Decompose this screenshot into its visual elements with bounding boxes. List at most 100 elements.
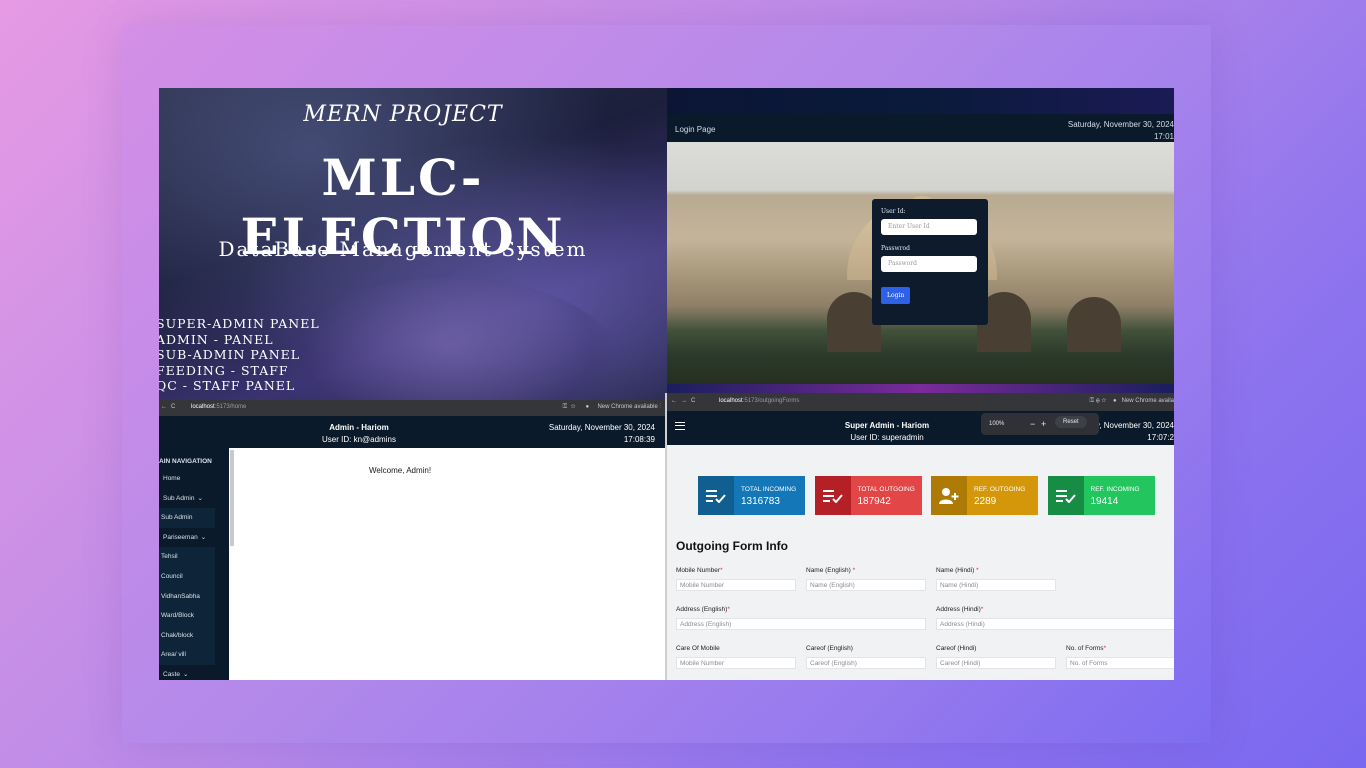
sidebar-item[interactable]: Caste ⌄ — [159, 665, 229, 680]
browser-nav-buttons[interactable]: ←C — [161, 404, 179, 410]
sidebar-item[interactable]: Pariseeman ⌄ — [159, 528, 229, 548]
care-of-mobile-input[interactable]: Mobile Number — [676, 657, 796, 669]
password-label: Passwrod — [881, 245, 910, 252]
stat-card: TOTAL INCOMING 1316783 — [698, 476, 805, 515]
admin-main-content: Welcome, Admin! — [235, 448, 665, 680]
poster-subtitle: MERN PROJECT — [303, 102, 503, 127]
mobile-input[interactable]: Mobile Number — [676, 579, 796, 591]
admin-date: Saturday, November 30, 2024 — [548, 423, 655, 432]
forms-count-field: No. of Forms* No. of Forms — [1066, 645, 1174, 669]
superadmin-user-info: Super Admin - Hariom User ID: superadmin — [827, 420, 947, 444]
sidebar-item-label: Ward/Block — [161, 612, 194, 620]
stat-label: TOTAL OUTGOING — [857, 486, 915, 493]
admin-time: 17:08:39 — [623, 435, 655, 444]
careof-hindi-field: Careof (Hindi) Careof (Hindi) — [936, 645, 1056, 669]
screenshot-collage: MERN PROJECT MLC-ELECTION DataBase Manag… — [159, 88, 1174, 680]
sidebar-item-label: Chak/block — [161, 631, 194, 639]
checklist-icon — [814, 476, 851, 515]
login-button[interactable]: Login — [881, 287, 911, 304]
sidebar-item[interactable]: Tehsil — [159, 547, 215, 567]
browser-nav-buttons[interactable]: ←→C — [671, 398, 699, 404]
browser-update-notice[interactable]: ⚿ ☆ ● New Chrome available ⋮ — [563, 404, 661, 411]
zoom-out-button[interactable]: − — [1030, 419, 1035, 429]
admin-name: Admin - Hariom — [329, 423, 389, 432]
admin-home-screen: ←C localhost:5173/home ⚿ ☆ ● New Chrome … — [159, 400, 665, 680]
panel-item: SUPER-ADMIN PANEL — [159, 316, 320, 331]
login-bottom-strip — [667, 384, 1174, 393]
profile-icon: ● — [585, 404, 590, 410]
panel-item: FEEDING - STAFF — [159, 362, 289, 378]
sidebar-item-label: Tehsil — [161, 553, 178, 561]
panel-list: SUPER-ADMIN PANEL ADMIN - PANEL SUB-ADMI… — [159, 316, 320, 394]
zoom-in-button[interactable]: + — [1041, 419, 1046, 429]
checklist-icon — [1047, 476, 1084, 515]
login-app-bar: Login Page Saturday, November 30, 2024 1… — [667, 114, 1174, 142]
stat-label: REF. INCOMING — [1090, 486, 1140, 493]
sidebar-item[interactable]: Sub Admin — [159, 508, 215, 528]
admin-sidebar: AIN NAVIGATION Home Sub Admin ⌄ Sub Admin Pa… — [159, 448, 229, 680]
browser-update-notice[interactable]: ⚿ ⊕ ☆ ● New Chrome availa — [1090, 398, 1174, 405]
sidebar-item[interactable]: Area/ vill — [159, 645, 215, 665]
sidebar-item[interactable]: Home — [159, 469, 229, 489]
sidebar-item[interactable]: Council — [159, 566, 215, 587]
checklist-icon — [698, 476, 734, 515]
sidebar-item-label: VidhanSabha — [161, 592, 200, 600]
sidebar-item[interactable]: Sub Admin ⌄ — [159, 489, 229, 509]
admin-user-id: User ID: kn@admins — [322, 435, 396, 444]
zoom-level: 100% — [989, 421, 1005, 427]
password-input[interactable]: Password — [881, 256, 977, 272]
name-english-field: Name (English) * Name (English) — [806, 567, 926, 591]
address-hindi-input[interactable]: Address (Hindi) — [936, 618, 1174, 630]
login-datetime: Saturday, November 30, 2024 17:01 — [1068, 119, 1174, 143]
panel-item: ADMIN - PANEL — [159, 331, 274, 347]
building-arch — [1067, 297, 1121, 352]
name-hindi-input[interactable]: Name (Hindi) — [936, 579, 1056, 591]
sidebar-item[interactable]: VidhanSabha — [159, 586, 215, 607]
forms-count-input[interactable]: No. of Forms — [1066, 657, 1174, 669]
key-icon: ⚿ — [1089, 398, 1095, 404]
browser-toolbar: ←C localhost:5173/home ⚿ ☆ ● New Chrome … — [159, 400, 665, 416]
key-icon: ⚿ — [562, 404, 568, 410]
sidebar-item-label: Home — [163, 475, 181, 482]
sidebar-item-label: Sub Admin — [161, 514, 193, 522]
panel-item: SUB-ADMIN PANEL — [159, 347, 301, 362]
poster-tagline: DataBase Management System — [218, 237, 588, 261]
sidebar-scrollbar[interactable] — [230, 450, 234, 546]
address-bar[interactable]: localhost:5173/home — [191, 404, 246, 410]
stat-value: 1316783 — [741, 496, 780, 507]
welcome-message: Welcome, Admin! — [369, 466, 432, 475]
login-top-strip — [667, 88, 1174, 114]
sidebar-item[interactable]: Ward/Block — [159, 606, 215, 626]
address-bar[interactable]: localhost:5173/outgoingForms — [719, 398, 799, 404]
userid-input[interactable]: Enter User Id — [881, 219, 977, 235]
sidebar-item-label: Area/ vill — [161, 651, 186, 659]
form-title: Outgoing Form Info — [676, 539, 788, 553]
menu-icon[interactable] — [675, 422, 685, 430]
name-english-input[interactable]: Name (English) — [806, 579, 926, 591]
stat-card: REF. INCOMING 19414 — [1047, 476, 1155, 515]
stat-label: REF. OUTGOING — [974, 486, 1026, 493]
mobile-field: Mobile Number* Mobile Number — [676, 567, 796, 591]
careof-english-input[interactable]: Careof (English) — [806, 657, 926, 669]
careof-english-field: Careof (English) Careof (English) — [806, 645, 926, 669]
address-english-field: Address (English)* Address (English) — [676, 606, 926, 630]
stat-card: TOTAL OUTGOING 187942 — [814, 476, 922, 515]
userid-label: User Id: — [881, 208, 906, 215]
superadmin-user-id: User ID: superadmin — [850, 433, 924, 442]
address-english-input[interactable]: Address (English) — [676, 618, 926, 630]
sidebar-item[interactable]: Chak/block — [159, 625, 215, 646]
zoom-reset-button[interactable]: Reset — [1055, 416, 1087, 428]
project-poster: MERN PROJECT MLC-ELECTION DataBase Manag… — [159, 88, 667, 400]
login-page-label: Login Page — [675, 125, 716, 134]
poster-background-hands — [279, 278, 619, 400]
login-date: Saturday, November 30, 2024 — [1067, 120, 1174, 129]
careof-hindi-input[interactable]: Careof (Hindi) — [936, 657, 1056, 669]
stat-value: 187942 — [857, 496, 891, 507]
stat-value: 19414 — [1090, 496, 1119, 507]
stat-card: REF. OUTGOING 2289 — [931, 476, 1038, 515]
care-of-mobile-field: Care Of Mobile Mobile Number — [676, 645, 796, 669]
sidebar-item-label: Council — [161, 572, 183, 580]
sidebar-item-label: Sub Admin — [163, 494, 195, 502]
sidebar-item-label: Caste — [163, 670, 180, 678]
browser-toolbar: ←→C localhost:5173/outgoingForms ⚿ ⊕ ☆ ●… — [667, 393, 1174, 411]
